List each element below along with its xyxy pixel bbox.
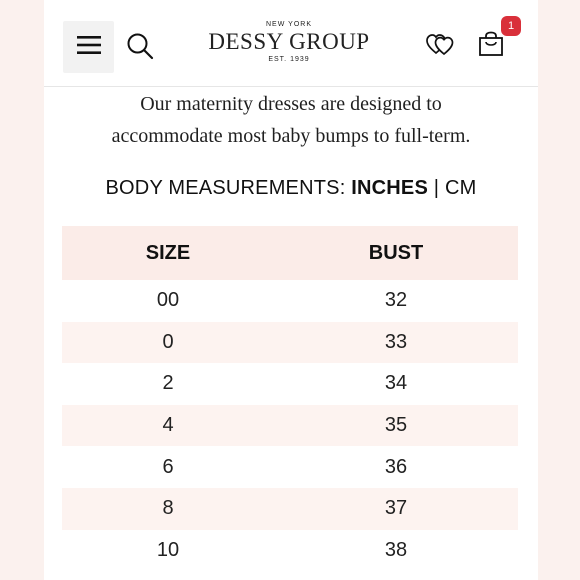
measurement-label: BODY MEASUREMENTS: [105, 177, 346, 199]
intro-line-2: accommodate most baby bumps to full-term… [111, 125, 471, 147]
logo-established: EST. 1939 [268, 56, 310, 63]
size-cell: 0 [62, 321, 274, 364]
logo-brand: DESSY GROUP [208, 29, 370, 54]
size-cell: 10 [62, 529, 274, 572]
measurement-unit-toggle: BODY MEASUREMENTS: INCHES | CM [44, 177, 538, 200]
size-cell: 8 [62, 487, 274, 530]
table-row: 0 33 [62, 321, 518, 364]
table-row: 10 38 [62, 529, 518, 572]
background-right [538, 0, 580, 580]
size-cell: 00 [62, 280, 274, 322]
maternity-intro-text: Our maternity dresses are designed to ac… [64, 88, 518, 152]
bust-cell: 36 [274, 446, 518, 488]
search-button[interactable] [124, 32, 156, 64]
table-row: 2 34 [62, 363, 518, 405]
menu-button[interactable] [63, 21, 114, 73]
site-header: NEW YORK DESSY GROUP EST. 1939 1 [44, 0, 538, 87]
table-row: 8 37 [62, 487, 518, 530]
column-header-size: SIZE [62, 226, 274, 280]
size-cell: 2 [62, 363, 274, 405]
page: NEW YORK DESSY GROUP EST. 1939 1 Our mat… [44, 0, 538, 580]
bust-cell: 37 [274, 487, 518, 530]
cart-button[interactable] [475, 31, 507, 61]
bust-cell: 32 [274, 280, 518, 322]
bust-cell: 35 [274, 404, 518, 447]
bust-cell: 33 [274, 321, 518, 364]
size-cell: 4 [62, 404, 274, 447]
column-header-bust: BUST [274, 226, 518, 280]
unit-cm-option[interactable]: CM [445, 177, 477, 199]
brand-logo[interactable]: NEW YORK DESSY GROUP EST. 1939 [204, 20, 374, 64]
unit-inches-option[interactable]: INCHES [351, 177, 428, 199]
unit-separator: | [433, 177, 440, 199]
bust-cell: 38 [274, 529, 518, 572]
bust-cell: 34 [274, 363, 518, 405]
menu-icon [76, 35, 101, 59]
intro-line-1: Our maternity dresses are designed to [140, 93, 442, 115]
wishlist-button[interactable] [424, 31, 456, 61]
search-icon [126, 32, 154, 65]
cart-count-badge: 1 [501, 16, 521, 36]
wishlist-hearts-icon [426, 32, 454, 61]
table-row: 6 36 [62, 446, 518, 488]
shopping-bag-icon [478, 31, 504, 62]
table-row: 00 32 [62, 280, 518, 322]
table-row: 4 35 [62, 404, 518, 447]
size-cell: 6 [62, 446, 274, 488]
table-header-row: SIZE BUST [62, 226, 518, 280]
logo-location: NEW YORK [266, 21, 312, 28]
background-left [0, 0, 44, 580]
size-chart-table: SIZE BUST 00 32 0 33 2 34 4 35 6 36 8 37… [62, 226, 518, 572]
